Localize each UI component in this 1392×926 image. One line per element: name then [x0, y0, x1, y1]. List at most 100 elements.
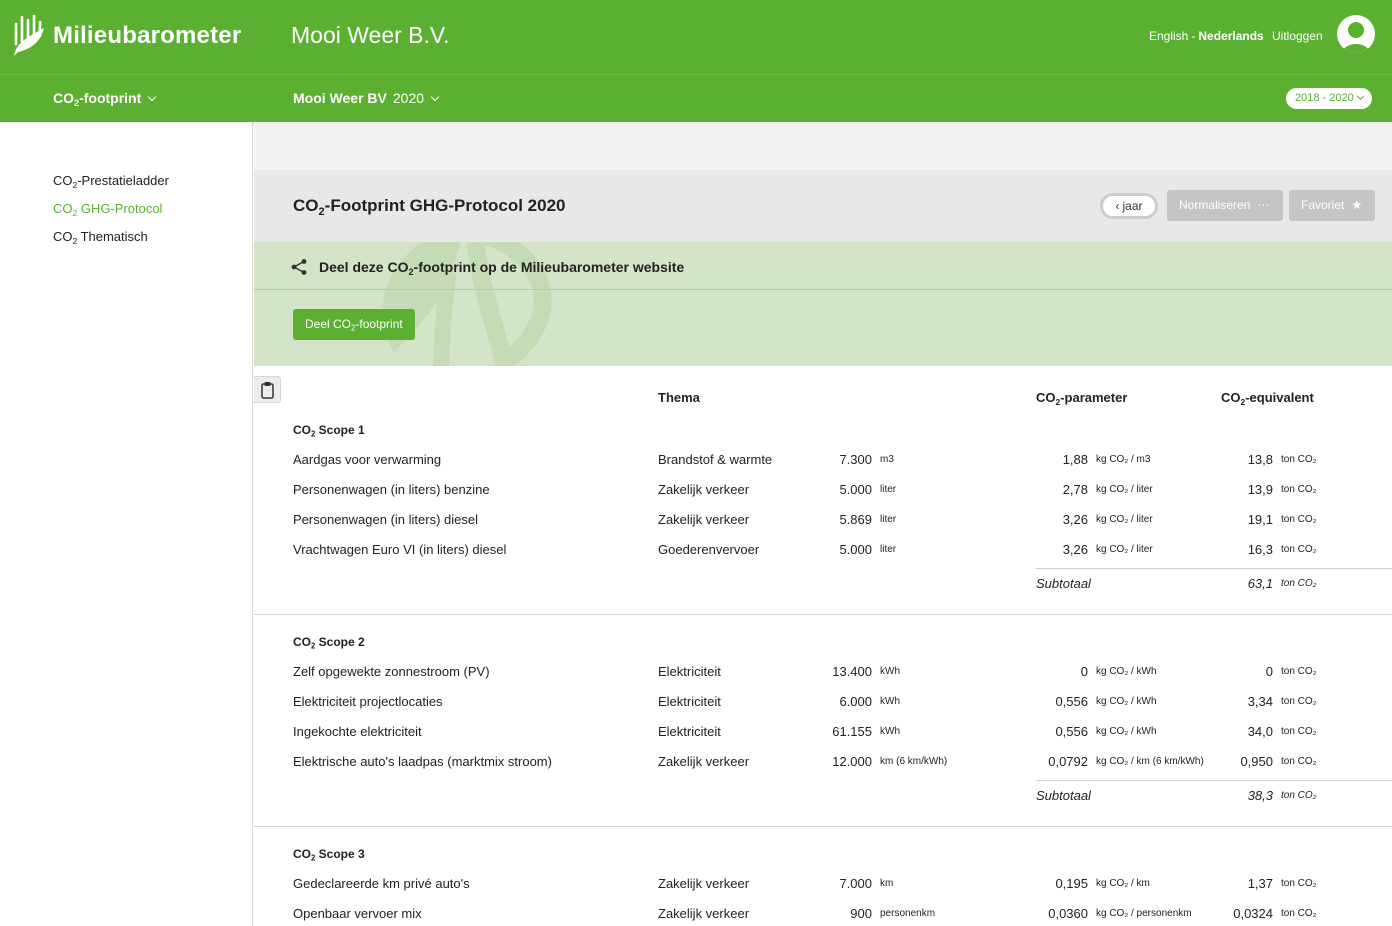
module-dropdown[interactable]: CO2-footprint [53, 90, 157, 108]
table-row: Elektriciteit projectlocaties Elektricit… [254, 694, 1392, 714]
year-back-button[interactable]: ‹ jaar [1100, 193, 1158, 219]
row-theme: Brandstof & warmte [658, 452, 773, 467]
share-panel: Deel deze CO2-footprint op de Milieubaro… [254, 242, 1392, 366]
sidebar-item-prestatieladder[interactable]: CO2-Prestatieladder [53, 173, 169, 189]
subtotal-label: Subtotaal [1036, 788, 1091, 803]
divider [254, 289, 1392, 290]
favorite-label: Favoriet [1301, 198, 1345, 212]
logout-link[interactable]: Uitloggen [1272, 29, 1323, 43]
row-quantity: 13.400 [832, 664, 872, 679]
table-row: Elektrische auto's laadpas (marktmix str… [254, 754, 1392, 774]
row-parameter: 0,0792 [1048, 754, 1088, 769]
copy-clipboard-button[interactable] [254, 376, 281, 403]
scope-heading: CO2 Scope 2 [293, 635, 365, 650]
scope-prefix: CO [293, 847, 311, 861]
row-quantity: 5.000 [839, 482, 872, 497]
subtotal-value: 38,3 [1247, 788, 1273, 803]
row-quantity: 12.000 [832, 754, 872, 769]
sidebar-item-ghg-protocol[interactable]: CO2 GHG-Protocol [53, 201, 163, 217]
sidebar-item-prefix: CO [53, 201, 73, 216]
sidebar-item-prefix: CO [53, 229, 73, 244]
scope-prefix: CO [293, 423, 311, 437]
sub-header: CO2-footprint Mooi Weer BV 2020 2018 - 20… [0, 74, 1392, 122]
row-equivalent: 0,950 [1240, 754, 1273, 769]
row-equivalent-unit: ton CO₂ [1281, 756, 1317, 767]
row-parameter: 0,556 [1055, 724, 1088, 739]
brand-name[interactable]: Milieubarometer [53, 22, 241, 50]
equiv-suffix: -equivalent [1245, 390, 1314, 405]
share-heading-prefix: Deel deze CO [319, 259, 409, 275]
row-equivalent-unit: ton CO₂ [1281, 878, 1317, 889]
row-quantity: 61.155 [832, 724, 872, 739]
row-unit: personenkm [880, 908, 936, 919]
column-header-parameter: CO2-parameter [1036, 390, 1128, 406]
row-theme: Elektriciteit [658, 664, 721, 679]
row-name: Elektrische auto's laadpas (marktmix str… [293, 754, 552, 769]
scope-prefix: CO [293, 635, 311, 649]
subtotal-divider [1036, 568, 1392, 569]
row-unit: liter [880, 484, 897, 495]
subtotal-value: 63,1 [1247, 576, 1273, 591]
scope-heading: CO2 Scope 1 [293, 423, 365, 438]
year-button-label: jaar [1122, 199, 1143, 213]
row-equivalent-unit: ton CO₂ [1281, 666, 1317, 677]
equiv-prefix: CO [1221, 390, 1241, 405]
page-title: CO2-Footprint GHG-Protocol 2020 [293, 196, 566, 217]
chevron-down-icon [430, 92, 440, 102]
sidebar-item-thematisch[interactable]: CO2 Thematisch [53, 229, 148, 245]
row-theme: Zakelijk verkeer [658, 512, 750, 527]
row-theme: Zakelijk verkeer [658, 876, 750, 891]
company-name: Mooi Weer B.V. [291, 22, 450, 48]
row-equivalent: 16,3 [1247, 542, 1273, 557]
row-equivalent: 0 [1265, 664, 1273, 679]
lang-separator: - [1191, 29, 1196, 43]
row-name: Zelf opgewekte zonnestroom (PV) [293, 664, 490, 679]
subtotal-row: Subtotaal 38,3 ton CO₂ [254, 788, 1392, 808]
row-unit: liter [880, 514, 897, 525]
row-name: Aardgas voor verwarming [293, 452, 442, 467]
table-row: Personenwagen (in liters) benzine Zakeli… [254, 482, 1392, 502]
subtotal-row: Subtotaal 63,1 ton CO₂ [254, 576, 1392, 596]
sidebar-item-label: GHG-Protocol [77, 201, 163, 216]
subtotal-unit: ton CO₂ [1281, 578, 1317, 589]
row-equivalent-unit: ton CO₂ [1281, 544, 1317, 555]
row-parameter: 0 [1080, 664, 1088, 679]
row-name: Elektriciteit projectlocaties [293, 694, 443, 709]
star-icon: ★ [1351, 198, 1363, 212]
row-parameter: 3,26 [1062, 542, 1088, 557]
row-quantity: 5.000 [839, 542, 872, 557]
avatar[interactable] [1337, 15, 1375, 53]
param-prefix: CO [1036, 390, 1056, 405]
milieubarometer-logo-icon[interactable] [10, 14, 48, 58]
row-parameter: 2,78 [1062, 482, 1088, 497]
share-button-prefix: Deel CO [305, 317, 352, 331]
section-divider [254, 826, 1392, 827]
module-suffix: -footprint [79, 90, 142, 106]
param-suffix: -parameter [1060, 390, 1128, 405]
table-row: Zelf opgewekte zonnestroom (PV) Elektric… [254, 664, 1392, 684]
row-equivalent: 1,37 [1247, 876, 1273, 891]
year-range-dropdown[interactable]: 2018 - 2020 [1286, 88, 1372, 109]
normalize-button[interactable]: Normaliseren ⋯ [1167, 190, 1283, 221]
organisation-dropdown[interactable]: Mooi Weer BV 2020 [293, 90, 440, 106]
row-name: Gedeclareerde km privé auto's [293, 876, 470, 891]
row-parameter-unit: kg CO₂ / kWh [1096, 696, 1157, 707]
row-parameter-unit: kg CO₂ / kWh [1096, 666, 1157, 677]
share-icon [291, 259, 307, 275]
row-theme: Zakelijk verkeer [658, 754, 750, 769]
row-quantity: 7.300 [839, 452, 872, 467]
row-name: Personenwagen (in liters) benzine [293, 482, 490, 497]
lang-dutch-link[interactable]: Nederlands [1198, 29, 1263, 43]
favorite-button[interactable]: Favoriet ★ [1289, 190, 1375, 221]
row-equivalent-unit: ton CO₂ [1281, 484, 1317, 495]
scope-heading: CO2 Scope 3 [293, 847, 365, 862]
row-theme: Zakelijk verkeer [658, 906, 750, 921]
row-parameter: 0,0360 [1048, 906, 1088, 921]
sidebar-item-prefix: CO [53, 173, 73, 188]
table-row: Personenwagen (in liters) diesel Zakelij… [254, 512, 1392, 532]
row-parameter: 0,556 [1055, 694, 1088, 709]
share-footprint-button[interactable]: Deel CO2-footprint [293, 309, 415, 340]
row-equivalent: 13,9 [1247, 482, 1273, 497]
row-equivalent: 34,0 [1247, 724, 1273, 739]
lang-english-link[interactable]: English [1149, 29, 1188, 43]
